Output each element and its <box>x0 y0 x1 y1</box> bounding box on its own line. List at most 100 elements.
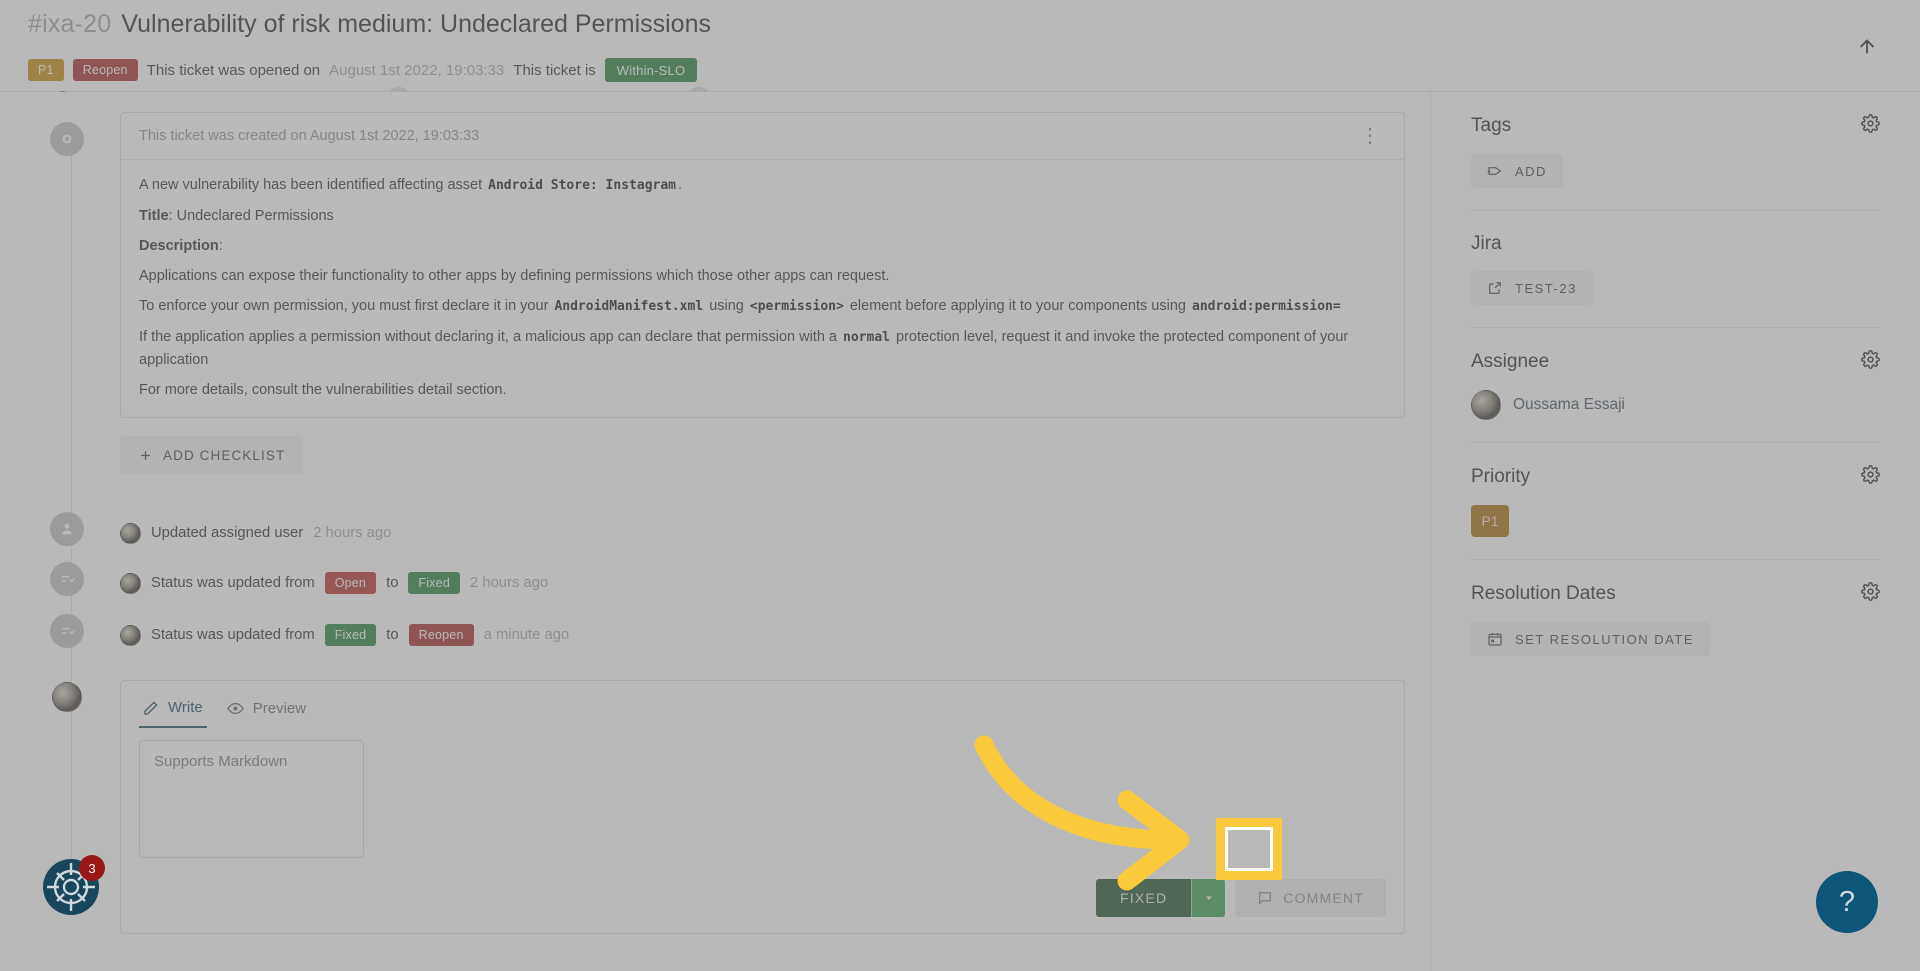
circle-icon <box>59 131 75 147</box>
app-logo-badge[interactable]: 3 <box>43 859 99 915</box>
section-header: Tags <box>1471 114 1880 138</box>
write-label: Write <box>168 699 203 716</box>
composer-avatar-node <box>50 680 84 714</box>
ticket-detail-page: #ixa-20 Vulnerability of risk medium: Un… <box>0 0 1920 971</box>
asset-line-prefix: A new vulnerability has been identified … <box>139 177 482 193</box>
section-header: Resolution Dates <box>1471 582 1880 606</box>
ticket-description-card: This ticket was created on August 1st 20… <box>120 112 1405 418</box>
p2-part-a: To enforce your own permission, you must… <box>139 298 548 314</box>
comment-button[interactable]: COMMENT <box>1235 879 1386 917</box>
caret-dropdown-button[interactable] <box>1191 879 1225 917</box>
status-change-icon <box>59 571 76 588</box>
add-tag-button[interactable]: ADD <box>1471 154 1563 188</box>
android-permission-code: android:permission= <box>1190 299 1343 314</box>
gear-icon[interactable] <box>1861 350 1880 374</box>
event-text: Status was updated from <box>151 575 315 591</box>
more-vertical-icon[interactable]: ⋮ <box>1354 126 1386 146</box>
tab-write[interactable]: Write <box>139 695 207 728</box>
card-body: A new vulnerability has been identified … <box>121 160 1404 417</box>
title-row: #ixa-20 Vulnerability of risk medium: Un… <box>28 10 1892 50</box>
event-mid: to <box>386 575 398 591</box>
jira-link-button[interactable]: TEST-23 <box>1471 271 1593 305</box>
asset-line: A new vulnerability has been identified … <box>139 174 1386 197</box>
sidebar-section-jira: Jira TEST-23 <box>1471 211 1880 328</box>
status-from-badge: Fixed <box>325 624 377 646</box>
help-button[interactable]: ? <box>1816 871 1878 933</box>
section-header: Priority <box>1471 465 1880 489</box>
comment-icon <box>1257 890 1273 906</box>
event-status-open-to-fixed: Status was updated from Open to Fixed 2 … <box>120 566 1410 600</box>
sidebar-section-resolution-dates: Resolution Dates SET RESOLUTION DATE <box>1471 560 1880 678</box>
fixed-split-button: FIXED <box>1096 879 1225 917</box>
page-title: Vulnerability of risk medium: Undeclared… <box>121 10 711 39</box>
gear-icon[interactable] <box>1861 582 1880 606</box>
desc-paragraph-3: If the application applies a permission … <box>139 326 1386 371</box>
conversation-feed: This ticket was created on August 1st 20… <box>0 92 1430 971</box>
feed-inner: This ticket was created on August 1st 20… <box>0 112 1430 934</box>
created-text: This ticket was created on August 1st 20… <box>139 128 479 144</box>
timeline-node-assignee <box>50 512 84 546</box>
user-icon <box>59 521 75 537</box>
section-title: Tags <box>1471 115 1511 137</box>
gear-icon[interactable] <box>1861 114 1880 138</box>
assignee-row[interactable]: Oussama Essaji <box>1471 390 1880 420</box>
section-title: Assignee <box>1471 351 1549 373</box>
status-to-badge: Reopen <box>409 624 474 646</box>
sidebar-section-priority: Priority P1 <box>1471 443 1880 560</box>
detail-sidebar: Tags ADD Jira <box>1430 92 1920 971</box>
avatar <box>120 625 141 646</box>
event-time: a minute ago <box>484 627 570 643</box>
event-text: Status was updated from <box>151 627 315 643</box>
comment-input[interactable] <box>139 740 364 858</box>
section-title: Resolution Dates <box>1471 583 1616 605</box>
assignee-name: Oussama Essaji <box>1513 396 1625 414</box>
priority-value: P1 <box>1471 505 1509 537</box>
set-resolution-date-button[interactable]: SET RESOLUTION DATE <box>1471 622 1710 656</box>
section-header: Jira <box>1471 233 1880 255</box>
title-line: Title: Undeclared Permissions <box>139 205 1386 227</box>
slo-prefix: This ticket is <box>513 62 596 79</box>
chevron-down-icon <box>1203 892 1215 904</box>
event-time: 2 hours ago <box>470 575 548 591</box>
avatar <box>1471 390 1501 420</box>
desc-paragraph-4: For more details, consult the vulnerabil… <box>139 379 1386 401</box>
manifest-code: AndroidManifest.xml <box>552 299 705 314</box>
ticket-id: #ixa-20 <box>28 10 111 39</box>
normal-code: normal <box>841 330 892 345</box>
avatar <box>120 573 141 594</box>
opened-date: August 1st 2022, 19:03:33 <box>329 62 504 79</box>
notification-count: 3 <box>79 855 105 881</box>
external-link-icon <box>1487 280 1503 296</box>
asset-line-suffix: . <box>678 177 682 193</box>
scroll-to-top-button[interactable] <box>1844 24 1890 70</box>
title-value: : Undeclared Permissions <box>169 208 334 224</box>
slo-badge: Within-SLO <box>605 58 697 82</box>
composer-actions: FIXED COMMENT <box>121 863 1404 933</box>
timeline-node-created <box>50 122 84 156</box>
set-resolution-date-label: SET RESOLUTION DATE <box>1515 632 1694 647</box>
sidebar-section-assignee: Assignee Oussama Essaji <box>1471 328 1880 443</box>
add-checklist-button[interactable]: ADD CHECKLIST <box>120 436 303 474</box>
jira-link-label: TEST-23 <box>1515 281 1577 296</box>
p3-part-c: application <box>139 352 208 368</box>
status-from-badge: Open <box>325 572 376 594</box>
tab-preview[interactable]: Preview <box>223 695 310 728</box>
page-header: #ixa-20 Vulnerability of risk medium: Un… <box>0 0 1920 92</box>
fixed-button[interactable]: FIXED <box>1096 879 1191 917</box>
event-mid: to <box>386 627 398 643</box>
event-assignee-updated: Updated assigned user 2 hours ago <box>120 516 1410 550</box>
status-change-icon <box>59 623 76 640</box>
timeline-node-status-2 <box>50 614 84 648</box>
asset-code: Android Store: Instagram <box>486 178 678 193</box>
desc-paragraph-1: Applications can expose their functional… <box>139 265 1386 287</box>
permission-tag-code: <permission> <box>748 299 846 314</box>
p3-part-a: If the application applies a permission … <box>139 329 837 345</box>
tag-plus-icon <box>1487 163 1503 179</box>
p2-part-b: using <box>709 298 744 314</box>
question-mark-icon: ? <box>1839 886 1855 919</box>
arrow-up-icon <box>1856 36 1878 58</box>
comment-composer: Write Preview <box>120 680 1405 934</box>
gear-icon[interactable] <box>1861 465 1880 489</box>
description-line: Description: <box>139 235 1386 257</box>
event-status-fixed-to-reopen: Status was updated from Fixed to Reopen … <box>120 618 1410 652</box>
